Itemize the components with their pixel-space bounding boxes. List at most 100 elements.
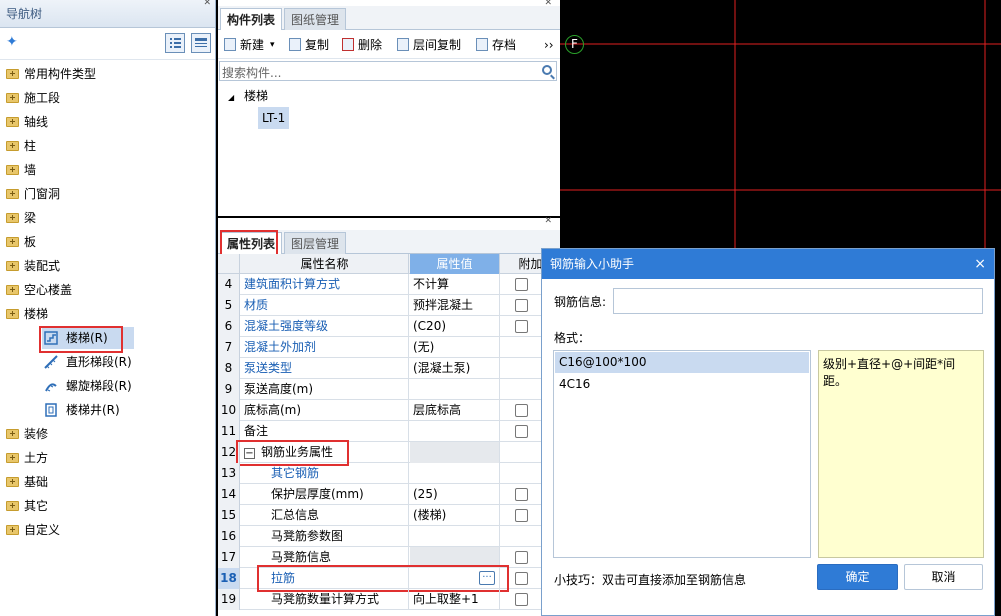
tip-text: 小技巧：双击可直接添加至钢筋信息 <box>554 573 747 587</box>
navigation-panel: 导航树 ✕ ✦ 常用构件类型 施工段 轴线 柱 墙 门窗洞 梁 板 装配式 空心… <box>0 0 216 616</box>
tree-item-axis[interactable]: 轴线 <box>0 110 215 134</box>
table-row[interactable]: 9 泵送高度(m) <box>218 379 560 400</box>
tree-item-construction-section[interactable]: 施工段 <box>0 86 215 110</box>
tree-item-hollow-floor[interactable]: 空心楼盖 <box>0 278 215 302</box>
delete-icon <box>342 38 354 51</box>
folder-icon <box>6 117 19 127</box>
rebar-input-dialog: 钢筋输入小助手 × 钢筋信息: 格式： C16@100*100 4C16 级别+… <box>541 248 995 616</box>
format-item[interactable]: 4C16 <box>555 374 809 395</box>
rebar-info-input[interactable] <box>613 288 983 314</box>
folder-icon <box>6 285 19 295</box>
search-input[interactable]: 搜索构件... <box>222 64 281 81</box>
tree-item-stair[interactable]: 楼梯 <box>0 302 215 326</box>
folder-icon <box>6 165 19 175</box>
pin-icon[interactable]: ✕ <box>203 0 211 8</box>
extra-checkbox[interactable] <box>515 593 528 606</box>
folder-icon <box>6 69 19 79</box>
table-row[interactable]: 15 汇总信息 (楼梯) <box>218 505 560 526</box>
extra-checkbox[interactable] <box>515 551 528 564</box>
tree-item-custom[interactable]: 自定义 <box>0 518 215 542</box>
cancel-button[interactable]: 取消 <box>904 564 983 590</box>
spiral-flight-icon <box>45 383 57 392</box>
add-sparkle-icon[interactable]: ✦ <box>6 34 18 50</box>
nav-tree: 常用构件类型 施工段 轴线 柱 墙 门窗洞 梁 板 装配式 空心楼盖 楼梯 楼梯… <box>0 60 215 542</box>
component-item-lt1[interactable]: LT-1 <box>258 107 290 129</box>
nav-toolbar: ✦ <box>0 28 215 60</box>
folder-icon <box>6 141 19 151</box>
tree-group-stair[interactable]: ◢ 楼梯 <box>228 86 268 106</box>
search-icon[interactable] <box>542 65 552 75</box>
tree-item-other[interactable]: 其它 <box>0 494 215 518</box>
ok-button[interactable]: 确定 <box>817 564 898 590</box>
dialog-title: 钢筋输入小助手 <box>550 257 635 271</box>
table-row[interactable]: 4 建筑面积计算方式 不计算 <box>218 274 560 295</box>
extra-checkbox[interactable] <box>515 278 528 291</box>
tree-item-earthwork[interactable]: 土方 <box>0 446 215 470</box>
table-row[interactable]: 16 马凳筋参数图 <box>218 526 560 547</box>
tree-item-spiral-flight[interactable]: 螺旋梯段(R) <box>0 374 215 398</box>
extra-checkbox[interactable] <box>515 572 528 585</box>
tab-component-list[interactable]: 构件列表 <box>220 8 283 30</box>
tree-item-beam[interactable]: 梁 <box>0 206 215 230</box>
table-row-selected[interactable]: 18 拉筋 ··· <box>218 565 560 592</box>
search-field[interactable]: 搜索构件... <box>219 61 557 81</box>
table-row[interactable]: 14 保护层厚度(mm) (25) <box>218 484 560 505</box>
extra-checkbox[interactable] <box>515 320 528 333</box>
close-icon[interactable]: ✕ <box>544 217 552 226</box>
table-row[interactable]: 11 备注 <box>218 421 560 442</box>
table-row[interactable]: 5 材质 预拌混凝土 <box>218 295 560 316</box>
header-name: 属性名称 <box>241 254 409 274</box>
nav-title: 导航树 <box>0 0 215 28</box>
tree-item-foundation[interactable]: 基础 <box>0 470 215 494</box>
table-row[interactable]: 10 底标高(m) 层底标高 <box>218 400 560 421</box>
dropdown-icon: ▾ <box>270 40 275 50</box>
extra-checkbox[interactable] <box>515 404 528 417</box>
component-tabs: 构件列表 图纸管理 <box>218 6 560 30</box>
detail-view-icon[interactable] <box>191 33 211 53</box>
tree-item-column[interactable]: 柱 <box>0 134 215 158</box>
more-button[interactable]: ›› <box>544 37 554 53</box>
table-row[interactable]: 7 混凝土外加剂 (无) <box>218 337 560 358</box>
tree-item-stairwell[interactable]: 楼梯井(R) <box>0 398 215 422</box>
folder-icon <box>6 189 19 199</box>
format-hint: 级别+直径+@+间距*间距。 <box>818 350 984 558</box>
extra-checkbox[interactable] <box>515 488 528 501</box>
table-row-group[interactable]: 12 − 钢筋业务属性 <box>218 440 560 466</box>
table-row[interactable]: 8 泵送类型 (混凝土泵) <box>218 358 560 379</box>
extra-checkbox[interactable] <box>515 509 528 522</box>
component-toolbar: 新建 ▾ 复制 删除 层间复制 存档 ›› <box>218 31 560 59</box>
tab-layer-management[interactable]: 图层管理 <box>284 232 347 254</box>
table-row[interactable]: 13 其它钢筋 <box>218 463 560 484</box>
list-view-icon[interactable] <box>165 33 185 53</box>
folder-icon <box>6 525 19 535</box>
tree-item-wall[interactable]: 墙 <box>0 158 215 182</box>
archive-icon <box>476 38 488 51</box>
extra-checkbox[interactable] <box>515 299 528 312</box>
tree-item-straight-flight[interactable]: 直形梯段(R) <box>0 350 215 374</box>
table-row[interactable]: 19 马凳筋数量计算方式 向上取整+1 <box>218 589 560 610</box>
folder-icon <box>6 501 19 511</box>
table-row[interactable]: 6 混凝土强度等级 (C20) <box>218 316 560 337</box>
property-grid: 属性名称 属性值 附加 4 建筑面积计算方式 不计算 5 材质 预拌混凝土 6 混凝土强度… <box>218 254 560 610</box>
close-icon[interactable]: × <box>974 249 986 279</box>
extra-checkbox[interactable] <box>515 425 528 438</box>
component-panel: ✕ 构件列表 图纸管理 新建 ▾ 复制 删除 层间复制 存档 ›› 搜索构件...… <box>218 0 560 216</box>
folder-icon <box>6 453 19 463</box>
axis-label-F[interactable]: F <box>565 35 584 54</box>
folder-icon <box>6 261 19 271</box>
dialog-title-bar: 钢筋输入小助手 × <box>542 249 994 279</box>
tree-item-door-window[interactable]: 门窗洞 <box>0 182 215 206</box>
tree-item-stair-r[interactable]: 楼梯(R) <box>0 326 215 353</box>
tree-item-decoration[interactable]: 装修 <box>0 422 215 446</box>
property-panel: ✕ 属性列表 图层管理 属性名称 属性值 附加 4 建筑面积计算方式 不计算 5 材质… <box>218 217 560 616</box>
tree-item-common[interactable]: 常用构件类型 <box>0 62 215 86</box>
tab-drawing-management[interactable]: 图纸管理 <box>284 8 347 30</box>
collapse-triangle-icon[interactable]: ◢ <box>228 93 234 102</box>
format-label: 格式： <box>554 331 591 345</box>
format-item[interactable]: C16@100*100 <box>555 352 809 373</box>
tree-item-slab[interactable]: 板 <box>0 230 215 254</box>
header-value: 属性值 <box>410 254 500 274</box>
rebar-info-label: 钢筋信息: <box>554 295 607 309</box>
tree-item-prefab[interactable]: 装配式 <box>0 254 215 278</box>
format-list[interactable]: C16@100*100 4C16 <box>553 350 811 558</box>
